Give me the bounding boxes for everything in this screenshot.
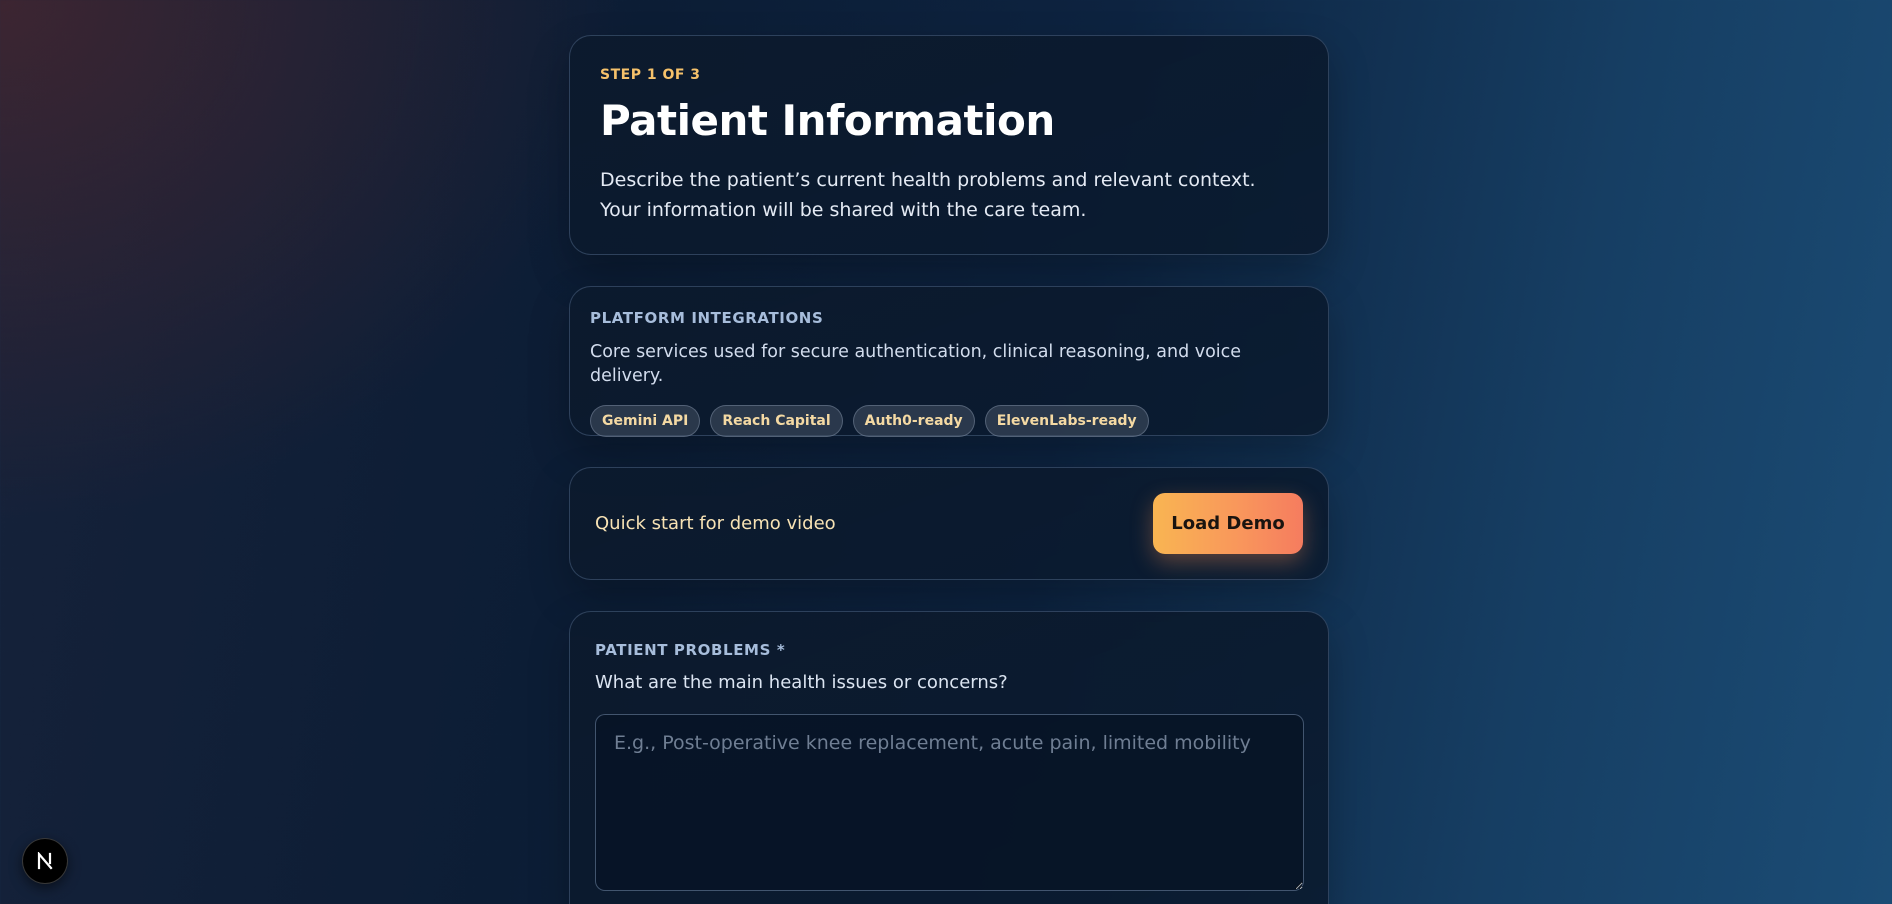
- demo-text: Quick start for demo video: [595, 513, 836, 534]
- patient-problems-label: PATIENT PROBLEMS *: [595, 641, 786, 659]
- integrations-description: Core services used for secure authentica…: [590, 342, 1242, 386]
- header-card: STEP 1 OF 3 Patient Information Describe…: [569, 35, 1329, 255]
- patient-problems-hint: What are the main health issues or conce…: [595, 672, 1008, 693]
- page-description: Describe the patient’s current health pr…: [600, 169, 1256, 221]
- step-indicator: STEP 1 OF 3: [600, 67, 701, 83]
- form-column: STEP 1 OF 3 Patient Information Describe…: [569, 35, 1329, 904]
- integrations-card: PLATFORM INTEGRATIONS Core services used…: [569, 286, 1329, 437]
- integration-pills: Gemini API Reach Capital Auth0-ready Ele…: [590, 405, 1308, 437]
- page-title: Patient Information: [600, 96, 1055, 145]
- integration-pill-elevenlabs: ElevenLabs-ready: [984, 405, 1149, 437]
- nextjs-icon: [37, 852, 53, 870]
- demo-card: Quick start for demo video Load Demo: [569, 467, 1329, 580]
- integrations-heading: PLATFORM INTEGRATIONS: [590, 309, 824, 327]
- patient-problems-card: PATIENT PROBLEMS * What are the main hea…: [569, 611, 1329, 904]
- patient-problems-input[interactable]: [595, 714, 1304, 891]
- load-demo-button[interactable]: Load Demo: [1153, 493, 1303, 554]
- integration-pill-auth0: Auth0-ready: [852, 405, 975, 437]
- nextjs-dev-badge[interactable]: [22, 838, 68, 884]
- integration-pill-reach-capital: Reach Capital: [710, 405, 843, 437]
- integration-pill-gemini: Gemini API: [590, 405, 701, 437]
